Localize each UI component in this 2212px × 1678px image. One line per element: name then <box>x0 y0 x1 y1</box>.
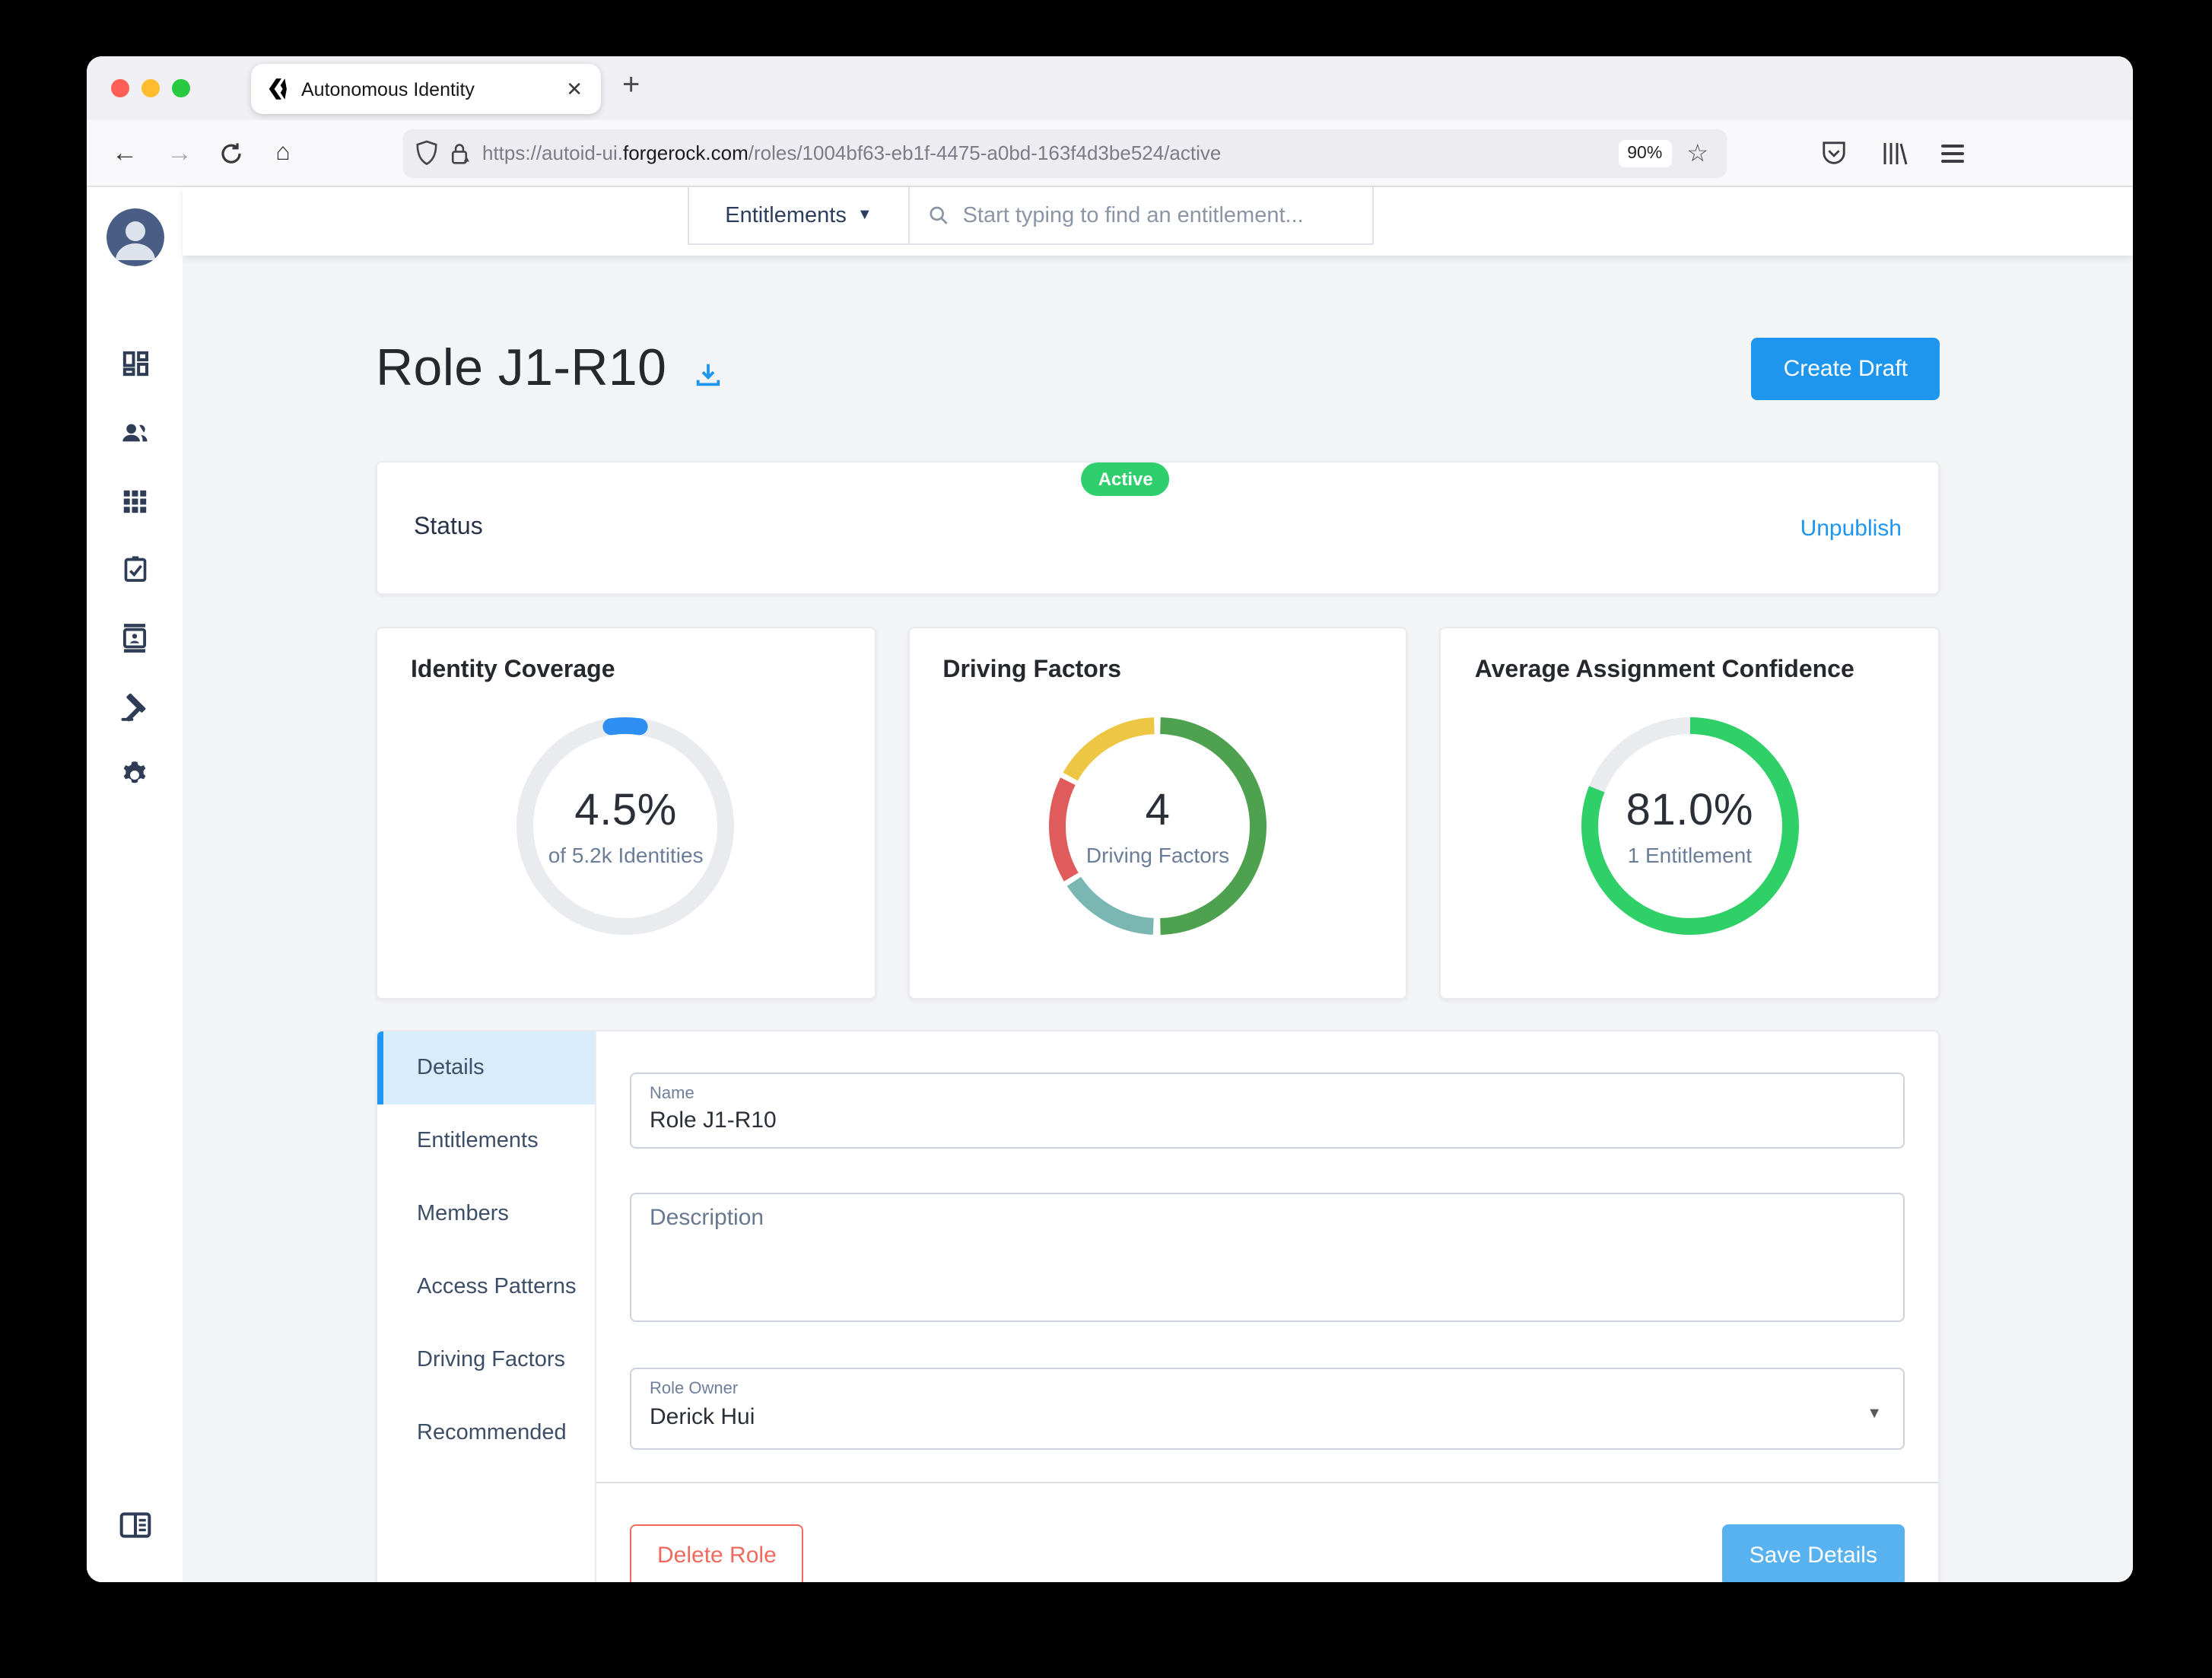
tab-recommended[interactable]: Recommended <box>377 1397 595 1470</box>
description-field[interactable] <box>630 1193 1905 1322</box>
metric-title: Driving Factors <box>942 657 1122 683</box>
tab-details[interactable]: Details <box>377 1031 595 1104</box>
close-window-button[interactable] <box>111 79 129 97</box>
assignment-confidence-card: Average Assignment Confidence 81.0% 1 En… <box>1439 627 1940 999</box>
create-draft-button[interactable]: Create Draft <box>1751 338 1940 400</box>
driving-factors-card: Driving Factors 4 Driving Factors <box>907 627 1408 999</box>
toolbar-right-icons <box>1821 139 1964 167</box>
name-field-label: Name <box>650 1085 694 1103</box>
autonomous-identity-app: Entitlements ▼ Role J1-R10 <box>87 187 2133 1582</box>
sidebar-item-dashboard[interactable] <box>116 345 153 382</box>
sidebar-item-tasks-clipboard-icon[interactable] <box>116 551 153 587</box>
metric-value: 4.5% <box>574 786 677 834</box>
identity-coverage-card: Identity Coverage 4.5% of 5.2k Identitie… <box>376 627 876 999</box>
address-bar[interactable]: https://autoid-ui.forgerock.com/roles/10… <box>403 129 1727 177</box>
status-label: Status <box>414 514 483 540</box>
sidebar-item-rules-gavel-icon[interactable] <box>116 688 153 724</box>
metric-subtitle: of 5.2k Identities <box>548 842 704 866</box>
tab-access-patterns[interactable]: Access Patterns <box>377 1251 595 1324</box>
fullscreen-window-button[interactable] <box>172 79 190 97</box>
metric-value: 81.0% <box>1626 786 1754 834</box>
tab-entitlements[interactable]: Entitlements <box>377 1104 595 1177</box>
role-owner-label: Role Owner <box>650 1380 739 1398</box>
tab-title: Autonomous Identity <box>301 78 475 100</box>
screen: Autonomous Identity ✕ + ← → ⌂ https://au… <box>0 0 2212 1678</box>
metric-title: Identity Coverage <box>411 657 615 683</box>
tracking-shield-icon[interactable] <box>415 140 438 166</box>
close-tab-icon[interactable]: ✕ <box>563 77 586 101</box>
browser-window: Autonomous Identity ✕ + ← → ⌂ https://au… <box>87 56 2133 1582</box>
role-owner-field[interactable]: Role Owner Derick Hui ▼ <box>630 1368 1905 1450</box>
metric-cards: Identity Coverage 4.5% of 5.2k Identitie… <box>376 627 1940 999</box>
form-footer: Delete Role Save Details <box>630 1483 1905 1582</box>
metric-value: 4 <box>1145 786 1171 834</box>
browser-tab[interactable]: Autonomous Identity ✕ <box>251 64 601 114</box>
tab-members[interactable]: Members <box>377 1177 595 1251</box>
new-tab-button[interactable]: + <box>622 68 640 103</box>
sidebar-item-identities-card-icon[interactable] <box>116 619 153 656</box>
menu-hamburger-icon[interactable] <box>1941 139 1964 167</box>
entity-type-dropdown[interactable]: Entitlements ▼ <box>688 187 910 245</box>
user-avatar[interactable] <box>106 208 164 266</box>
delete-role-button[interactable]: Delete Role <box>630 1524 804 1582</box>
chevron-down-icon: ▼ <box>857 207 872 224</box>
name-field[interactable]: Name <box>630 1073 1905 1149</box>
sidebar-collapse-panel-icon[interactable] <box>116 1506 153 1543</box>
back-icon[interactable]: ← <box>102 130 148 176</box>
metric-subtitle: 1 Entitlement <box>1627 842 1753 866</box>
sidebar-item-users[interactable] <box>116 414 153 450</box>
library-icon[interactable] <box>1880 139 1908 167</box>
tab-driving-factors[interactable]: Driving Factors <box>377 1324 595 1397</box>
unpublish-link[interactable]: Unpublish <box>1800 515 1902 541</box>
bookmark-star-icon[interactable]: ☆ <box>1686 138 1708 168</box>
app-header: Entitlements ▼ <box>183 187 2133 256</box>
forgerock-logo-icon <box>269 78 287 100</box>
url-text: https://autoid-ui.forgerock.com/roles/10… <box>482 141 1222 164</box>
details-form: Name Role Owner Derick Hui ▼ <box>596 1031 1938 1582</box>
app-main: Entitlements ▼ Role J1-R10 <box>183 187 2133 1582</box>
page-title: Role J1-R10 <box>376 339 667 397</box>
forward-icon[interactable]: → <box>157 130 202 176</box>
save-details-button[interactable]: Save Details <box>1721 1524 1905 1582</box>
status-badge: Active <box>1081 462 1170 496</box>
home-icon[interactable]: ⌂ <box>260 130 306 176</box>
browser-toolbar: ← → ⌂ https://autoid-ui.forgerock.com/ro… <box>87 120 2133 187</box>
metric-title: Average Assignment Confidence <box>1474 657 1854 683</box>
export-download-icon[interactable] <box>694 361 723 389</box>
browser-tab-bar: Autonomous Identity ✕ + <box>87 56 2133 120</box>
name-input[interactable] <box>650 1108 1885 1133</box>
entity-type-label: Entitlements <box>725 203 847 227</box>
panel-tabs: Details Entitlements Members Access Patt… <box>377 1031 596 1582</box>
reload-icon[interactable] <box>208 130 254 176</box>
connection-lock-icon[interactable] <box>449 141 470 165</box>
window-controls <box>111 79 190 97</box>
zoom-level-badge[interactable]: 90% <box>1618 139 1672 167</box>
sidebar-item-applications-grid[interactable] <box>116 482 153 519</box>
metric-subtitle: Driving Factors <box>1085 842 1230 866</box>
status-card: Status Active Unpublish <box>376 461 1940 595</box>
app-sidebar <box>87 187 183 1582</box>
chevron-down-icon: ▼ <box>1867 1406 1882 1422</box>
sidebar-item-settings-gear-icon[interactable] <box>116 756 153 793</box>
entitlement-search[interactable] <box>910 187 1374 245</box>
description-textarea[interactable] <box>650 1205 1885 1296</box>
minimize-window-button[interactable] <box>141 79 160 97</box>
search-input[interactable] <box>962 203 1354 227</box>
pocket-save-icon[interactable] <box>1821 139 1847 167</box>
details-panel: Details Entitlements Members Access Patt… <box>376 1030 1940 1582</box>
page-content: Role J1-R10 Create Draft Status Active U… <box>183 256 2133 1582</box>
role-owner-value: Derick Hui <box>650 1404 755 1430</box>
search-icon <box>930 206 948 224</box>
